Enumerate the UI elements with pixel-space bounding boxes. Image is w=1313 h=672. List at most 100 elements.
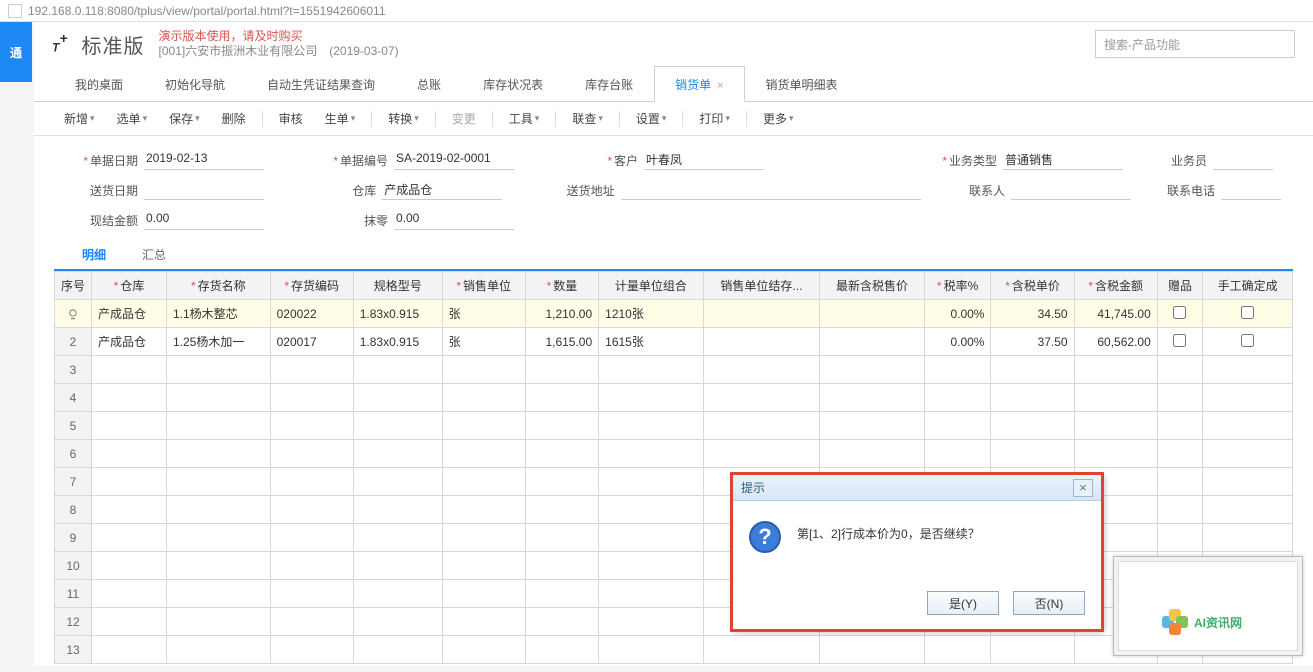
table-row[interactable]: 13 [55,636,1293,664]
table-row[interactable]: 10 [55,552,1293,580]
toolbar: 新增▾选单▾保存▾删除审核生单▾ 转换▾ 变更工具▾ 联查▾ 设置▾ 打印▾ 更多▾ [34,102,1313,136]
grid-header[interactable]: *存货名称 [166,272,270,300]
gift-checkbox[interactable] [1173,334,1186,347]
grid-header[interactable]: *数量 [525,272,598,300]
tab-summary[interactable]: 汇总 [124,240,184,269]
grid-header[interactable]: 销售单位结存... [703,272,820,300]
dialog-yes-button[interactable]: 是(Y) [927,591,999,615]
table-row[interactable]: 6 [55,440,1293,468]
manual-checkbox[interactable] [1241,334,1254,347]
grid-header[interactable]: 赠品 [1157,272,1202,300]
chevron-down-icon: ▾ [725,113,730,124]
dialog-close-button[interactable]: × [1073,479,1093,497]
nav-tabs: 我的桌面初始化导航自动生凭证结果查询总账库存状况表库存台账销货单×销货单明细表 [34,66,1313,102]
table-row[interactable]: 2产成品仓1.25杨木加一0200171.83x0.915张1,615.0016… [55,328,1293,356]
dialog-no-button[interactable]: 否(N) [1013,591,1085,615]
toolbar-item[interactable]: 转换▾ [378,106,429,131]
toolbar-item[interactable]: 选单▾ [107,106,158,131]
warehouse-label: 仓库 [352,184,376,198]
table-row[interactable]: 5 [55,412,1293,440]
toolbar-item[interactable]: 审核 [269,106,313,131]
toolbar-item[interactable]: 删除 [212,106,256,131]
clerk-input[interactable] [1213,150,1273,170]
search-input[interactable]: 搜索-产品功能 [1095,30,1295,58]
contact-input[interactable] [1011,180,1131,200]
biz-type-label: 业务类型 [949,154,997,168]
grid-header[interactable]: *仓库 [92,272,167,300]
grid-header[interactable]: 序号 [55,272,92,300]
ship-addr-input[interactable] [621,180,921,200]
nav-tab[interactable]: 自动生凭证结果查询 [246,66,396,101]
doc-no-input[interactable]: SA-2019-02-0001 [394,150,514,170]
table-row[interactable]: 7 [55,468,1293,496]
toolbar-item: 变更 [442,106,486,131]
nav-tab[interactable]: 销货单× [654,66,744,102]
table-row[interactable]: 3 [55,356,1293,384]
app-header: T+ 标准版 演示版本使用，请及时购买 [001]六安市振洲木业有限公司 (20… [34,22,1313,66]
close-icon[interactable]: × [717,80,723,92]
app-logo: T+ [52,30,68,57]
ship-date-label: 送货日期 [90,184,138,198]
grid-header[interactable]: *税率% [924,272,991,300]
address-bar: 192.168.0.118:8080/tplus/view/portal/por… [0,0,1313,22]
grid-header[interactable]: *销售单位 [442,272,525,300]
table-row[interactable]: 12 [55,608,1293,636]
chevron-down-icon: ▾ [662,113,667,124]
customer-label: 客户 [614,154,638,168]
chevron-down-icon: ▾ [789,113,794,124]
confirm-dialog: 提示 × ? 第[1、2]行成本价为0，是否继续？ 是(Y) 否(N) [732,474,1102,630]
gift-checkbox[interactable] [1173,306,1186,319]
grid-header[interactable]: 规格型号 [353,272,442,300]
nav-tab[interactable]: 销货单明细表 [745,66,859,101]
grid-header[interactable]: 手工确定成 [1203,272,1293,300]
table-row[interactable]: 8 [55,496,1293,524]
cash-input[interactable]: 0.00 [144,210,264,230]
toolbar-item[interactable]: 生单▾ [315,106,366,131]
url-text: 192.168.0.118:8080/tplus/view/portal/por… [28,4,386,18]
toolbar-item[interactable]: 保存▾ [159,106,210,131]
customer-input[interactable]: 叶春凤 [644,150,764,170]
detail-grid: 序号*仓库*存货名称*存货编码规格型号*销售单位*数量计量单位组合销售单位结存.… [54,271,1293,664]
toolbar-item[interactable]: 新增▾ [54,106,105,131]
biz-type-input[interactable]: 普通销售 [1003,150,1123,170]
table-row[interactable]: ⍜产成品仓1.1杨木整芯0200221.83x0.915张1,210.00121… [55,300,1293,328]
thumbnail-preview[interactable]: AI资讯网 [1113,556,1303,656]
grid-header[interactable]: *含税金额 [1074,272,1157,300]
grid-header[interactable]: 最新含税售价 [820,272,924,300]
discount-label: 抹零 [364,214,388,228]
ship-date-input[interactable] [144,180,264,200]
table-row[interactable]: 4 [55,384,1293,412]
company-label: [001]六安市振洲木业有限公司 (2019-03-07) [159,44,399,59]
nav-tab[interactable]: 我的桌面 [54,66,144,101]
table-row[interactable]: 11 [55,580,1293,608]
dialog-title: 提示 [741,479,765,496]
discount-input[interactable]: 0.00 [394,210,514,230]
phone-input[interactable] [1221,180,1281,200]
tab-detail[interactable]: 明细 [64,240,124,269]
toolbar-item[interactable]: 联查▾ [562,106,613,131]
ship-addr-label: 送货地址 [567,184,615,198]
demo-note[interactable]: 演示版本使用，请及时购买 [159,29,399,44]
row-indicator-icon: ⍜ [66,306,80,321]
chevron-down-icon: ▾ [90,113,95,124]
nav-tab[interactable]: 库存状况表 [462,66,564,101]
table-row[interactable]: 9 [55,524,1293,552]
warehouse-input[interactable]: 产成品仓 [382,180,502,200]
nav-tab[interactable]: 总账 [396,66,462,101]
nav-tab[interactable]: 初始化导航 [144,66,246,101]
grid-header[interactable]: *含税单价 [991,272,1074,300]
toolbar-item[interactable]: 打印▾ [689,106,740,131]
grid-header[interactable]: *存货编码 [270,272,353,300]
toolbar-item[interactable]: 工具▾ [499,106,550,131]
chevron-down-icon: ▾ [143,113,148,124]
nav-tab[interactable]: 库存台账 [564,66,654,101]
doc-date-input[interactable]: 2019-02-13 [144,150,264,170]
toolbar-item[interactable]: 设置▾ [626,106,677,131]
toolbar-item[interactable]: 更多▾ [753,106,804,131]
watermark-icon [1162,609,1188,635]
doc-date-label: 单据日期 [90,154,138,168]
left-sidebar-badge[interactable]: 通 [0,22,32,82]
chevron-down-icon: ▾ [598,113,603,124]
manual-checkbox[interactable] [1241,306,1254,319]
grid-header[interactable]: 计量单位组合 [599,272,703,300]
